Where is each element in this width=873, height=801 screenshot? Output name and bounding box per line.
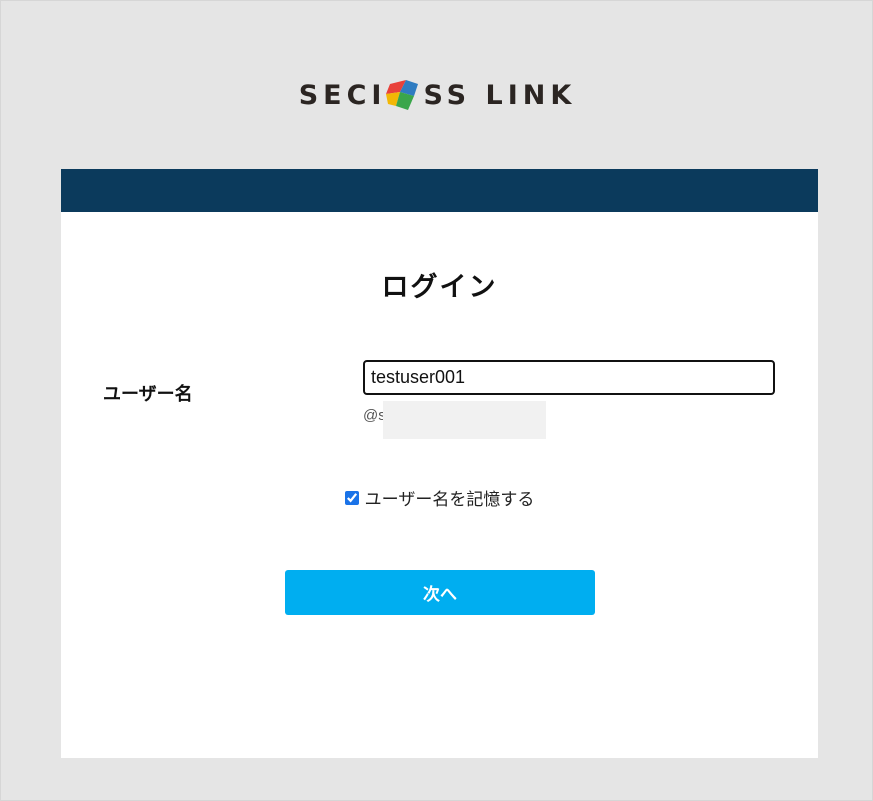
username-label: ユーザー名 bbox=[103, 384, 193, 405]
remember-username-label: ユーザー名を記憶する bbox=[364, 490, 535, 510]
card-header-bar bbox=[61, 169, 818, 212]
username-input[interactable] bbox=[363, 360, 775, 395]
logo-text-left: SECI bbox=[298, 79, 387, 111]
domain-redaction bbox=[383, 401, 546, 439]
remember-username-checkbox[interactable] bbox=[344, 490, 359, 505]
remember-username[interactable]: ユーザー名を記憶する bbox=[61, 485, 818, 510]
login-card: ログイン ユーザー名 @s ユーザー名を記憶する 次へ bbox=[61, 169, 818, 758]
next-button[interactable]: 次へ bbox=[285, 570, 595, 615]
logo-mark-icon bbox=[384, 78, 420, 112]
logo-text-right: SS LINK bbox=[423, 79, 577, 111]
secioss-link-logo: SECI SS LINK bbox=[1, 75, 873, 115]
page-title: ログイン bbox=[381, 272, 498, 303]
